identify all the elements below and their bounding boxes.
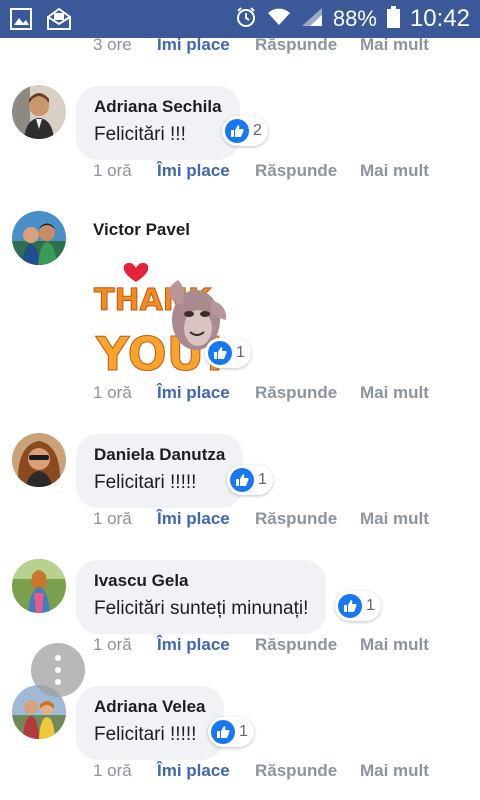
comments-feed[interactable]: 3 ore Îmi place Răspunde Mai mult Adrian… xyxy=(0,38,480,800)
reaction-count: 1 xyxy=(258,471,267,488)
reply-button[interactable]: Răspunde xyxy=(255,383,337,403)
alarm-icon xyxy=(235,6,257,33)
reply-button[interactable]: Răspunde xyxy=(255,509,337,529)
avatar[interactable] xyxy=(12,85,66,139)
like-button[interactable]: Îmi place xyxy=(157,635,230,655)
reply-button[interactable]: Răspunde xyxy=(255,761,337,781)
reply-button[interactable]: Răspunde xyxy=(255,635,337,655)
like-button[interactable]: Îmi place xyxy=(157,761,230,781)
comment-bubble[interactable]: Ivascu Gela Felicitări sunteți minunați! xyxy=(76,560,327,634)
battery-icon xyxy=(386,5,400,33)
dot-icon xyxy=(55,679,61,685)
comment-time: 1 oră xyxy=(93,761,132,780)
reaction-badge[interactable]: 1 xyxy=(205,338,251,368)
overflow-menu-button[interactable] xyxy=(31,643,85,697)
more-button[interactable]: Mai mult xyxy=(360,761,429,781)
comment-time: 1 oră xyxy=(93,509,132,528)
like-button[interactable]: Îmi place xyxy=(157,38,230,55)
comment-bubble[interactable]: Daniela Danutza Felicitari !!!!! xyxy=(76,434,244,508)
thumbs-up-icon xyxy=(230,468,254,492)
more-button[interactable]: Mai mult xyxy=(360,635,429,655)
comment-author[interactable]: Ivascu Gela xyxy=(94,570,308,592)
comment-author[interactable]: Adriana Velea xyxy=(94,696,206,718)
comment-time: 1 oră xyxy=(93,383,132,402)
reaction-count: 1 xyxy=(236,344,245,361)
dot-icon xyxy=(55,667,61,673)
signal-icon xyxy=(301,7,323,32)
like-button[interactable]: Îmi place xyxy=(157,509,230,529)
status-bar: 88% 10:42 xyxy=(0,0,480,38)
more-button[interactable]: Mai mult xyxy=(360,161,429,181)
reaction-badge[interactable]: 1 xyxy=(335,591,381,621)
comment-text: Felicitări !!! xyxy=(94,124,186,145)
avatar[interactable] xyxy=(12,559,66,613)
avatar[interactable] xyxy=(12,433,66,487)
thumbs-up-icon xyxy=(211,720,235,744)
battery-percent: 88% xyxy=(332,6,377,31)
reaction-count: 2 xyxy=(253,122,262,139)
clock: 10:42 xyxy=(409,5,470,32)
reaction-badge[interactable]: 1 xyxy=(208,717,254,747)
reaction-count: 1 xyxy=(366,597,375,614)
dot-icon xyxy=(55,655,61,661)
reply-button[interactable]: Răspunde xyxy=(255,161,337,181)
more-button[interactable]: Mai mult xyxy=(360,509,429,529)
more-button[interactable]: Mai mult xyxy=(360,38,429,55)
more-button[interactable]: Mai mult xyxy=(360,383,429,403)
comment-author[interactable]: Daniela Danutza xyxy=(94,444,225,466)
comment-bubble[interactable]: Adriana Velea Felicitari !!!!! xyxy=(76,686,224,760)
comment-time: 1 oră xyxy=(93,161,132,180)
comment-text: Felicitari !!!!! xyxy=(94,472,197,493)
thumbs-up-icon xyxy=(338,594,362,618)
thumbs-up-icon xyxy=(225,119,249,143)
comment-text: Felicitari !!!!! xyxy=(94,724,197,745)
gallery-notification-icon xyxy=(10,8,32,35)
like-button[interactable]: Îmi place xyxy=(157,383,230,403)
reaction-badge[interactable]: 1 xyxy=(227,465,273,495)
comment-author[interactable]: Victor Pavel xyxy=(93,219,190,241)
comment-text: Felicitări sunteți minunați! xyxy=(94,598,309,619)
comment-time: 1 oră xyxy=(93,635,132,654)
comment-author[interactable]: Adriana Sechila xyxy=(94,96,222,118)
avatar[interactable] xyxy=(12,211,66,265)
reaction-count: 1 xyxy=(239,723,248,740)
comment-bubble[interactable]: Adriana Sechila Felicitări !!! xyxy=(76,86,240,160)
wifi-icon xyxy=(267,7,291,32)
like-button[interactable]: Îmi place xyxy=(157,161,230,181)
thumbs-up-icon xyxy=(208,341,232,365)
reply-button[interactable]: Răspunde xyxy=(255,38,337,55)
mail-notification-icon xyxy=(46,7,72,36)
comment-time: 3 ore xyxy=(93,38,132,54)
reaction-badge[interactable]: 2 xyxy=(222,116,268,146)
